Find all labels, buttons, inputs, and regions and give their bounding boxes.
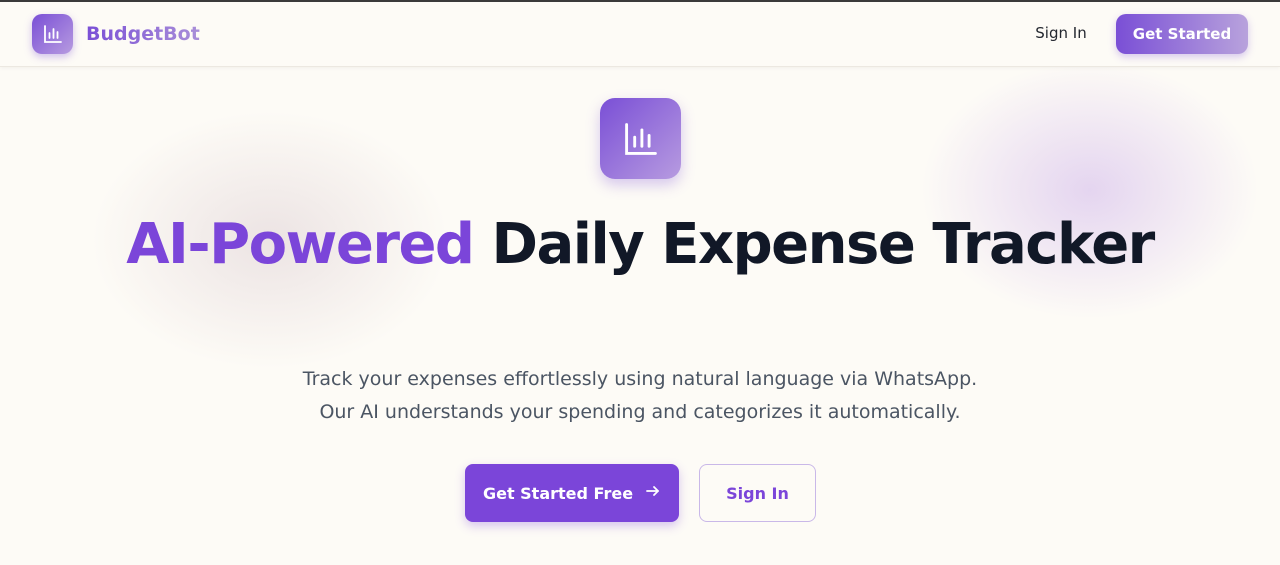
arrow-right-icon <box>645 483 661 503</box>
background-glow-right <box>920 60 1260 320</box>
nav-get-started-button[interactable]: Get Started <box>1116 14 1248 54</box>
bar-chart-icon <box>600 98 681 179</box>
hero-title-accent: AI-Powered <box>126 212 475 277</box>
hero-subtitle: Track your expenses effortlessly using n… <box>0 363 1280 429</box>
hero-subtitle-line-1: Track your expenses effortlessly using n… <box>302 368 978 390</box>
nav-sign-in-link[interactable]: Sign In <box>1022 24 1100 42</box>
brand[interactable]: BudgetBot <box>32 14 200 54</box>
navbar: BudgetBot Sign In Get Started <box>0 2 1280 67</box>
get-started-free-label: Get Started Free <box>482 483 634 503</box>
bar-chart-icon <box>32 14 73 54</box>
hero-subtitle-line-2: Our AI understands your spending and cat… <box>319 401 961 423</box>
brand-name: BudgetBot <box>86 23 200 45</box>
hero-sign-in-button[interactable]: Sign In <box>699 464 816 522</box>
hero-title-rest: Daily Expense Tracker <box>491 212 1156 277</box>
hero-title: AI-Powered Daily Expense Tracker <box>0 214 1280 276</box>
get-started-free-button[interactable]: Get Started Free <box>465 464 679 522</box>
